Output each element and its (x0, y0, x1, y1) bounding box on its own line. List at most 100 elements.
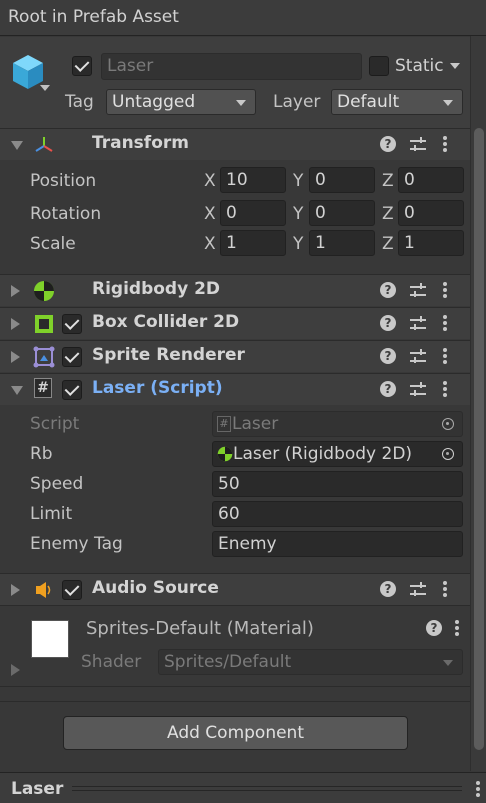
rigidbody2d-icon (34, 281, 54, 301)
audio-source-enabled-toggle[interactable] (62, 580, 82, 600)
sprite-renderer-header[interactable]: Sprite Renderer ? (0, 340, 470, 372)
position-x-field[interactable]: 10 (220, 167, 286, 193)
help-icon[interactable]: ? (380, 381, 396, 397)
laser-script-header[interactable]: # Laser (Script) ? (0, 373, 470, 405)
foldout-arrow-icon[interactable] (11, 141, 23, 150)
material-section: Sprites-Default (Material) ? Shader Spri… (0, 605, 470, 687)
header-actions: ? (380, 579, 460, 601)
shader-label: Shader (81, 652, 142, 672)
material-preview[interactable] (31, 620, 69, 658)
rotation-y-value: 0 (315, 203, 326, 223)
laser-script-body: Script # Laser Rb Laser (Rigidbody 2D) Sp… (0, 405, 470, 573)
foldout-arrow-icon[interactable] (11, 285, 20, 297)
presets-icon[interactable] (410, 582, 426, 598)
script-label: Script (30, 414, 80, 434)
header-actions: ? (380, 280, 460, 302)
active-toggle[interactable] (72, 56, 92, 76)
foldout-arrow-icon[interactable] (11, 351, 20, 363)
chevron-down-icon[interactable] (40, 85, 50, 91)
chevron-down-icon (236, 100, 246, 106)
help-icon[interactable]: ? (380, 348, 396, 364)
foldout-arrow-icon[interactable] (11, 584, 20, 596)
axis-z[interactable]: Z (382, 171, 394, 191)
presets-icon[interactable] (410, 137, 426, 153)
context-menu-icon[interactable] (443, 348, 447, 364)
enemy-tag-field[interactable]: Enemy (212, 531, 463, 557)
help-icon[interactable]: ? (380, 315, 396, 331)
add-component-button[interactable]: Add Component (63, 716, 408, 750)
footer-bar: Laser (0, 772, 486, 803)
position-y-field[interactable]: 0 (309, 167, 375, 193)
divider (0, 701, 470, 702)
rotation-y-field[interactable]: 0 (309, 200, 375, 226)
limit-field[interactable]: 60 (212, 501, 463, 527)
shader-value: Sprites/Default (164, 652, 292, 672)
script-hash-icon: # (217, 416, 231, 432)
context-menu-icon[interactable] (476, 781, 480, 797)
axis-z[interactable]: Z (382, 234, 394, 254)
gameobject-header: Laser Static Tag Untagged Layer Default (0, 37, 470, 129)
laser-script-enabled-toggle[interactable] (62, 380, 82, 400)
name-field[interactable]: Laser (101, 53, 362, 80)
help-icon[interactable]: ? (426, 620, 442, 636)
material-name: Sprites-Default (Material) (86, 618, 314, 639)
speed-field[interactable]: 50 (212, 471, 463, 497)
position-z-field[interactable]: 0 (398, 167, 464, 193)
context-menu-icon[interactable] (443, 136, 447, 152)
scale-z-field[interactable]: 1 (398, 230, 464, 256)
static-dropdown-icon[interactable] (450, 63, 460, 69)
enemy-tag-label: Enemy Tag (30, 534, 123, 554)
enemy-tag-value: Enemy (218, 534, 277, 554)
sprite-renderer-enabled-toggle[interactable] (62, 347, 82, 367)
layer-dropdown[interactable]: Default (331, 89, 463, 115)
transform-header[interactable]: Transform ? (0, 128, 470, 160)
foldout-arrow-icon[interactable] (11, 318, 20, 330)
header-actions: ? (380, 346, 460, 368)
context-menu-icon[interactable] (443, 282, 447, 298)
scrollbar-track[interactable] (470, 36, 486, 771)
presets-icon[interactable] (410, 382, 426, 398)
axis-y[interactable]: Y (293, 204, 303, 224)
axis-y[interactable]: Y (293, 171, 303, 191)
scrollbar-thumb[interactable] (474, 128, 484, 750)
sprite-renderer-title: Sprite Renderer (92, 345, 245, 365)
context-menu-icon[interactable] (455, 620, 459, 636)
context-menu-icon[interactable] (443, 581, 447, 597)
drag-handle[interactable] (72, 786, 462, 791)
object-picker-icon[interactable] (442, 448, 454, 460)
context-menu-icon[interactable] (443, 315, 447, 331)
axis-y[interactable]: Y (293, 234, 303, 254)
boxcollider2d-header[interactable]: Box Collider 2D ? (0, 307, 470, 339)
rb-field[interactable]: Laser (Rigidbody 2D) (212, 441, 463, 467)
context-menu-icon[interactable] (443, 381, 447, 397)
boxcollider2d-title: Box Collider 2D (92, 312, 240, 332)
rotation-x-value: 0 (226, 203, 237, 223)
presets-icon[interactable] (410, 349, 426, 365)
rotation-z-field[interactable]: 0 (398, 200, 464, 226)
speed-value: 50 (218, 474, 240, 494)
tag-value: Untagged (112, 92, 196, 112)
scale-x-field[interactable]: 1 (220, 230, 286, 256)
axis-x[interactable]: X (204, 171, 216, 191)
foldout-arrow-icon[interactable] (11, 386, 23, 395)
help-icon[interactable]: ? (380, 282, 396, 298)
foldout-arrow-icon[interactable] (11, 664, 20, 676)
rotation-x-field[interactable]: 0 (220, 200, 286, 226)
axis-x[interactable]: X (204, 204, 216, 224)
rotation-label: Rotation (30, 204, 102, 224)
axis-x[interactable]: X (204, 234, 216, 254)
presets-icon[interactable] (410, 316, 426, 332)
scale-y-field[interactable]: 1 (309, 230, 375, 256)
static-toggle[interactable] (369, 56, 389, 76)
axis-z[interactable]: Z (382, 204, 394, 224)
rigidbody2d-header[interactable]: Rigidbody 2D ? (0, 274, 470, 306)
boxcollider2d-enabled-toggle[interactable] (62, 314, 82, 334)
help-icon[interactable]: ? (380, 581, 396, 597)
scale-x-value: 1 (226, 233, 237, 253)
static-label[interactable]: Static (395, 56, 444, 76)
audio-source-header[interactable]: Audio Source ? (0, 573, 470, 605)
help-icon[interactable]: ? (380, 136, 396, 152)
name-field-text: Laser (107, 56, 154, 76)
tag-dropdown[interactable]: Untagged (106, 89, 256, 115)
presets-icon[interactable] (410, 283, 426, 299)
